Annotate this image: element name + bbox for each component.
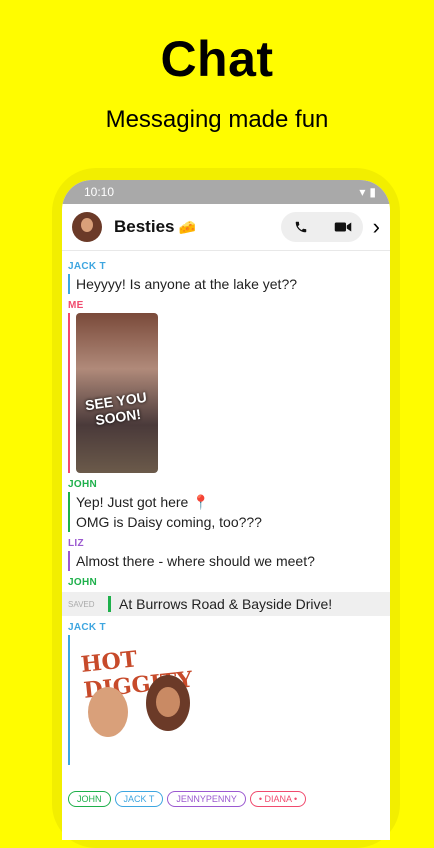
status-time: 10:10 (84, 185, 115, 199)
message-group[interactable]: Yep! Just got here 📍 OMG is Daisy coming… (68, 492, 384, 532)
phone-icon[interactable] (287, 220, 315, 234)
wifi-icon: ▾ (359, 185, 366, 199)
presence-pill: • DIANA • (249, 791, 307, 807)
sender-name: JOHN (68, 479, 97, 490)
presence-pill: JACK T (114, 791, 164, 807)
saved-message[interactable]: SAVED At Burrows Road & Bayside Drive! (62, 592, 390, 616)
message-text: At Burrows Road & Bayside Drive! (108, 596, 332, 612)
presence-pill: JOHN (68, 791, 111, 807)
bitmoji-avatar (88, 687, 128, 737)
avatar[interactable] (72, 212, 102, 242)
snap-photo[interactable]: SEE YOU SOON! (76, 313, 158, 473)
status-bar: 10:10 ▾ ▮ (62, 180, 390, 204)
message-text[interactable]: Almost there - where should we meet? (68, 551, 384, 571)
message-text: OMG is Daisy coming, too??? (76, 514, 262, 530)
page-title: Chat (160, 31, 274, 87)
battery-icon: ▮ (369, 185, 376, 199)
message-list: JACK T Heyyyy! Is anyone at the lake yet… (62, 251, 390, 769)
bitmoji-avatar (146, 675, 190, 731)
page-subtitle: Messaging made fun (105, 106, 329, 133)
bitmoji-sticker[interactable]: HOT DIGGITY (76, 635, 216, 765)
sender-name: JOHN (68, 577, 97, 588)
sender-name: ME (68, 300, 84, 311)
phone-screen: 10:10 ▾ ▮ Besties 🧀 › JACK T Heyyyy! Is … (62, 180, 390, 840)
chevron-right-icon[interactable]: › (373, 214, 380, 240)
sender-name: LIZ (68, 538, 84, 549)
cheese-icon: 🧀 (178, 218, 196, 235)
chat-header: Besties 🧀 › (62, 204, 390, 251)
presence-bar: JOHN JACK T JENNYPENNY • DIANA • (62, 791, 390, 807)
video-icon[interactable] (329, 220, 357, 234)
message-text[interactable]: Heyyyy! Is anyone at the lake yet?? (68, 274, 384, 294)
chat-name[interactable]: Besties (114, 217, 174, 237)
sender-name: JACK T (68, 261, 106, 272)
message-text: Yep! Just got here 📍 (76, 494, 210, 510)
sender-name: JACK T (68, 622, 106, 633)
saved-label: SAVED (68, 599, 95, 609)
call-controls (280, 212, 363, 242)
presence-pill: JENNYPENNY (167, 791, 246, 807)
status-icons: ▾ ▮ (359, 185, 376, 199)
photo-caption: SEE YOU SOON! (84, 388, 148, 429)
